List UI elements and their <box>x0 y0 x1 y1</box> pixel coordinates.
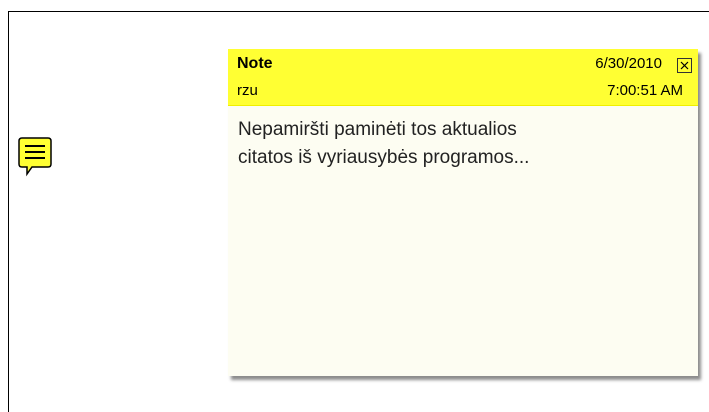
close-x-icon <box>680 61 689 70</box>
speech-bubble-note-icon[interactable] <box>18 137 52 187</box>
note-header[interactable]: Note rzu 6/30/2010 7:00:51 AM <box>228 49 698 106</box>
close-button[interactable] <box>677 58 692 73</box>
note-time: 7:00:51 AM <box>607 82 683 99</box>
note-title: Note <box>237 55 273 72</box>
note-author: rzu <box>237 82 258 99</box>
note-body-text[interactable]: Nepamiršti paminėti tos aktualios citato… <box>238 116 678 172</box>
note-popup[interactable]: Note rzu 6/30/2010 7:00:51 AM Nepamiršti… <box>228 49 698 376</box>
note-date: 6/30/2010 <box>595 55 662 72</box>
